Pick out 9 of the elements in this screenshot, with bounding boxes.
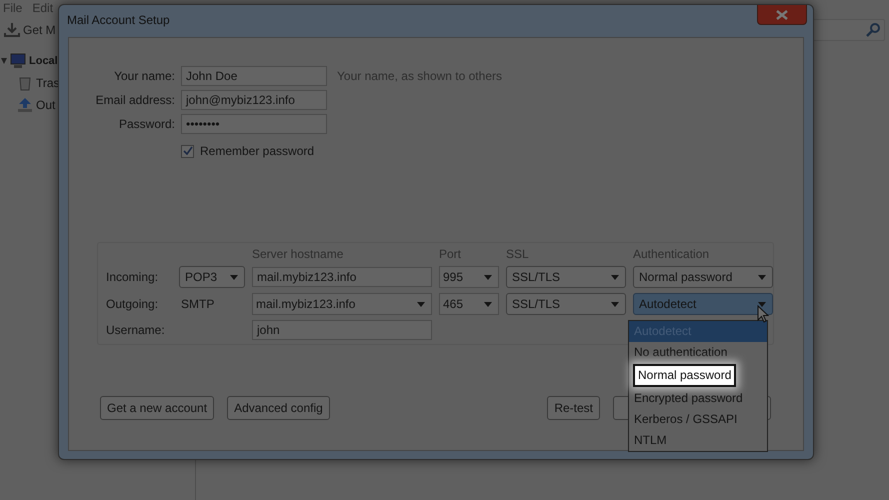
row-label: Username:	[106, 323, 166, 337]
row-label: Outgoing:	[106, 297, 160, 311]
row-label: Incoming:	[106, 270, 160, 284]
field-label: Your name:	[113, 69, 175, 83]
protocol-text: SMTP	[180, 297, 216, 311]
checkbox-label: Remember password	[200, 144, 314, 158]
dialog-title: Mail Account Setup	[67, 13, 170, 27]
field-label: Email address:	[94, 93, 175, 107]
field-label: Password:	[118, 117, 175, 131]
